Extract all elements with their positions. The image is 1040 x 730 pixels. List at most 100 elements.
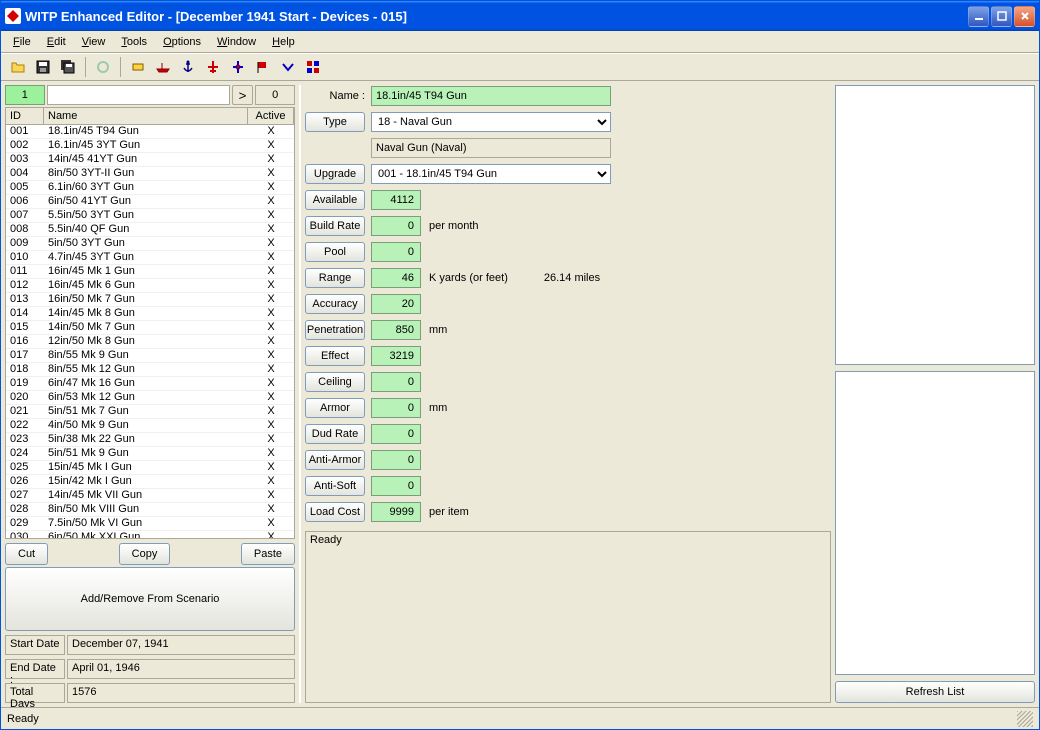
upgrade-button[interactable]: Upgrade (305, 164, 365, 184)
open-icon[interactable] (7, 56, 29, 78)
build-rate-button[interactable]: Build Rate (305, 216, 365, 236)
table-row[interactable]: 0048in/50 3YT-II GunX (6, 167, 294, 181)
menu-help[interactable]: Help (264, 34, 303, 50)
paste-button[interactable]: Paste (241, 543, 295, 565)
type-button[interactable]: Type (305, 112, 365, 132)
antisoft-button[interactable]: Anti-Soft (305, 476, 365, 496)
armor-value[interactable]: 0 (371, 398, 421, 418)
table-row[interactable]: 0188in/55 Mk 12 GunX (6, 363, 294, 377)
filter-start[interactable]: 1 (5, 85, 45, 105)
col-name[interactable]: Name (44, 108, 248, 124)
table-row[interactable]: 0235in/38 Mk 22 GunX (6, 433, 294, 447)
table-row[interactable]: 0095in/50 3YT GunX (6, 237, 294, 251)
penetration-button[interactable]: Penetration (305, 320, 365, 340)
antiarmor-value[interactable]: 0 (371, 450, 421, 470)
col-id[interactable]: ID (6, 108, 44, 124)
table-row[interactable]: 0206in/53 Mk 12 GunX (6, 391, 294, 405)
table-row[interactable]: 0178in/55 Mk 9 GunX (6, 349, 294, 363)
table-row[interactable]: 0288in/50 Mk VIII GunX (6, 503, 294, 517)
save-all-icon[interactable] (57, 56, 79, 78)
filter1-icon[interactable] (127, 56, 149, 78)
ceiling-button[interactable]: Ceiling (305, 372, 365, 392)
menu-tools[interactable]: Tools (113, 34, 155, 50)
antisoft-value[interactable]: 0 (371, 476, 421, 496)
titlebar[interactable]: WITP Enhanced Editor - [December 1941 St… (1, 1, 1039, 31)
maximize-button[interactable] (991, 6, 1012, 27)
table-row[interactable]: 01316in/50 Mk 7 GunX (6, 293, 294, 307)
table-row[interactable]: 0306in/50 Mk XXI GunX (6, 531, 294, 538)
upgrade-select[interactable]: 001 - 18.1in/45 T94 Gun (371, 164, 611, 184)
grid-icon[interactable] (302, 56, 324, 78)
table-row[interactable]: 0104.7in/45 3YT GunX (6, 251, 294, 265)
table-row[interactable]: 0224in/50 Mk 9 GunX (6, 419, 294, 433)
col-active[interactable]: Active (248, 108, 294, 124)
effect-button[interactable]: Effect (305, 346, 365, 366)
accuracy-button[interactable]: Accuracy (305, 294, 365, 314)
table-row[interactable]: 02615in/42 Mk I GunX (6, 475, 294, 489)
build-rate-value[interactable]: 0 (371, 216, 421, 236)
list-header[interactable]: ID Name Active (6, 108, 294, 125)
menu-view[interactable]: View (74, 34, 114, 50)
effect-value[interactable]: 3219 (371, 346, 421, 366)
filter-go-button[interactable]: > (232, 85, 254, 105)
cut-button[interactable]: Cut (5, 543, 48, 565)
penetration-value[interactable]: 850 (371, 320, 421, 340)
table-row[interactable]: 0196in/47 Mk 16 GunX (6, 377, 294, 391)
menu-window[interactable]: Window (209, 34, 264, 50)
load-cost-button[interactable]: Load Cost (305, 502, 365, 522)
filter-input[interactable] (47, 85, 230, 105)
minimize-button[interactable] (968, 6, 989, 27)
table-row[interactable]: 0215in/51 Mk 7 GunX (6, 405, 294, 419)
table-row[interactable]: 01116in/45 Mk 1 GunX (6, 265, 294, 279)
armor-button[interactable]: Armor (305, 398, 365, 418)
flag-icon[interactable] (252, 56, 274, 78)
table-row[interactable]: 0056.1in/60 3YT GunX (6, 181, 294, 195)
table-row[interactable]: 0075.5in/50 3YT GunX (6, 209, 294, 223)
table-row[interactable]: 00216.1in/45 3YT GunX (6, 139, 294, 153)
available-button[interactable]: Available (305, 190, 365, 210)
save-icon[interactable] (32, 56, 54, 78)
type-select[interactable]: 18 - Naval Gun (371, 112, 611, 132)
table-row[interactable]: 01612in/50 Mk 8 GunX (6, 335, 294, 349)
anchor-icon[interactable] (177, 56, 199, 78)
unit-icon[interactable] (227, 56, 249, 78)
table-row[interactable]: 0066in/50 41YT GunX (6, 195, 294, 209)
menu-file[interactable]: File (5, 34, 39, 50)
statusbar: Ready (1, 707, 1039, 729)
pool-value[interactable]: 0 (371, 242, 421, 262)
resize-grip[interactable] (1017, 711, 1033, 727)
menu-edit[interactable]: Edit (39, 34, 74, 50)
range-value[interactable]: 46 (371, 268, 421, 288)
table-row[interactable]: 01514in/50 Mk 7 GunX (6, 321, 294, 335)
ship-icon[interactable] (152, 56, 174, 78)
accuracy-value[interactable]: 20 (371, 294, 421, 314)
end-date-value: April 01, 1946 (67, 659, 295, 679)
plane-icon[interactable] (202, 56, 224, 78)
available-value[interactable]: 4112 (371, 190, 421, 210)
refresh-icon[interactable] (92, 56, 114, 78)
copy-button[interactable]: Copy (119, 543, 171, 565)
table-row[interactable]: 00118.1in/45 T94 GunX (6, 125, 294, 139)
dud-rate-value[interactable]: 0 (371, 424, 421, 444)
table-row[interactable]: 02714in/45 Mk VII GunX (6, 489, 294, 503)
name-value[interactable]: 18.1in/45 T94 Gun (371, 86, 611, 106)
menu-options[interactable]: Options (155, 34, 209, 50)
table-row[interactable]: 01414in/45 Mk 8 GunX (6, 307, 294, 321)
table-row[interactable]: 0297.5in/50 Mk VI GunX (6, 517, 294, 531)
table-row[interactable]: 02515in/45 Mk I GunX (6, 461, 294, 475)
add-remove-button[interactable]: Add/Remove From Scenario (5, 567, 295, 631)
dud-rate-button[interactable]: Dud Rate (305, 424, 365, 444)
load-cost-value[interactable]: 9999 (371, 502, 421, 522)
antiarmor-button[interactable]: Anti-Armor (305, 450, 365, 470)
refresh-list-button[interactable]: Refresh List (835, 681, 1035, 703)
table-row[interactable]: 0245in/51 Mk 9 GunX (6, 447, 294, 461)
ceiling-value[interactable]: 0 (371, 372, 421, 392)
table-row[interactable]: 0085.5in/40 QF GunX (6, 223, 294, 237)
close-button[interactable] (1014, 6, 1035, 27)
range-button[interactable]: Range (305, 268, 365, 288)
pool-button[interactable]: Pool (305, 242, 365, 262)
table-row[interactable]: 01216in/45 Mk 6 GunX (6, 279, 294, 293)
table-row[interactable]: 00314in/45 41YT GunX (6, 153, 294, 167)
down-icon[interactable] (277, 56, 299, 78)
list-body[interactable]: 00118.1in/45 T94 GunX00216.1in/45 3YT Gu… (6, 125, 294, 538)
